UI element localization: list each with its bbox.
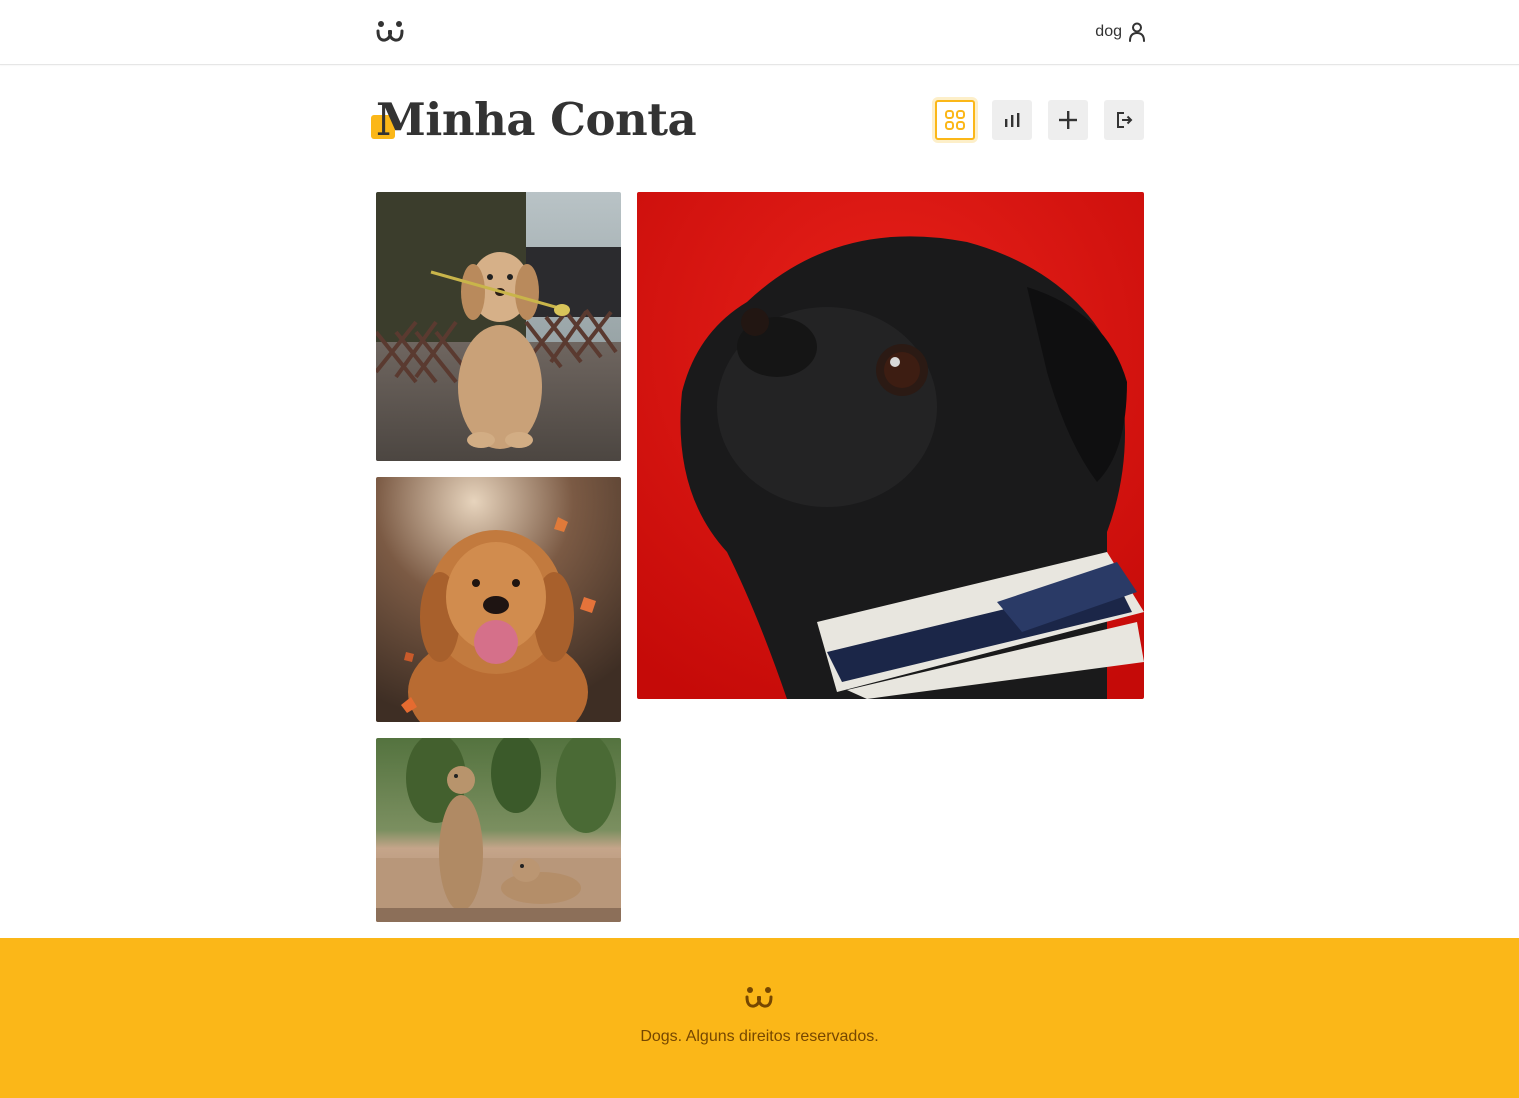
user-account-link[interactable]: dog: [1095, 20, 1146, 44]
site-header: dog: [0, 0, 1519, 65]
feed-button[interactable]: [935, 100, 975, 140]
bar-chart-icon: [1005, 113, 1020, 127]
plus-icon: [1059, 111, 1077, 129]
user-icon: [1129, 22, 1145, 42]
username-label: dog: [1095, 23, 1122, 40]
page-title-wrap: Minha Conta: [371, 88, 697, 152]
site-footer: Dogs. Alguns direitos reservados.: [0, 938, 1519, 1098]
logout-button[interactable]: [1104, 100, 1144, 140]
photo-golden-puppy-with-flower[interactable]: [376, 192, 621, 461]
account-nav: [935, 100, 1144, 140]
statistics-button[interactable]: [992, 100, 1032, 140]
dogs-logo-icon: [745, 984, 773, 1010]
grid-icon: [945, 110, 965, 130]
footer-copyright: Dogs. Alguns direitos reservados.: [640, 1028, 879, 1045]
dogs-logo-icon[interactable]: [376, 18, 404, 44]
post-photo-button[interactable]: [1048, 100, 1088, 140]
page-title: Minha Conta: [376, 93, 697, 146]
photo-black-pug[interactable]: [637, 192, 1144, 699]
photo-prairie-dogs[interactable]: [376, 738, 621, 922]
photo-golden-retriever-autumn[interactable]: [376, 477, 621, 722]
logout-icon: [1117, 112, 1133, 128]
